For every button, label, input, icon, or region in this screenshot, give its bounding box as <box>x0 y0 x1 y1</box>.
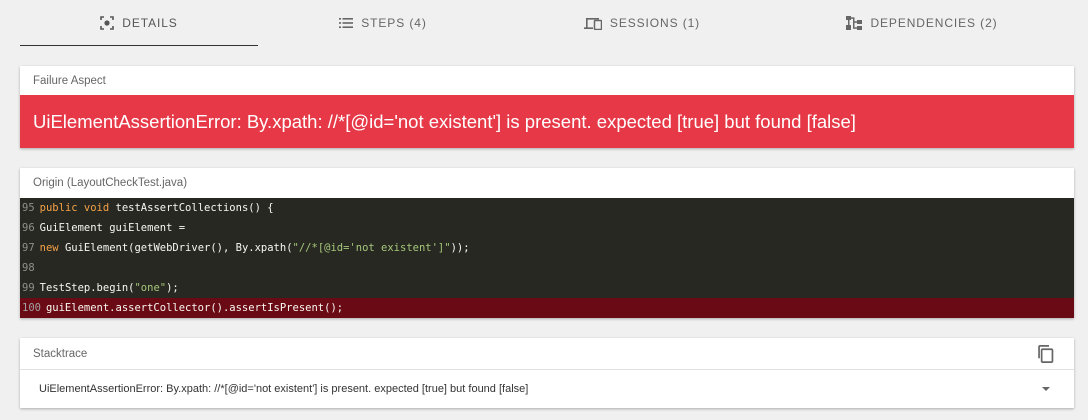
stacktrace-expand-row[interactable]: UiElementAssertionError: By.xpath: //*[@… <box>20 369 1074 408</box>
tab-dependencies[interactable]: DEPENDENCIES (2) <box>776 0 1068 46</box>
code-token: "//*[@id='not existent']" <box>292 242 451 254</box>
tab-sessions[interactable]: SESSIONS (1) <box>508 0 776 46</box>
hierarchy-icon <box>846 16 863 30</box>
line-number: 96 <box>22 222 35 234</box>
origin-card: Origin (LayoutCheckTest.java) 95 public v… <box>20 168 1074 318</box>
line-number: 95 <box>22 202 35 214</box>
code-token: "one" <box>134 282 167 294</box>
code-line: 95 public void testAssertCollections() { <box>20 198 1074 218</box>
devices-icon <box>583 17 602 30</box>
line-number: 100 <box>22 302 41 314</box>
code-line: 97 new GuiElement(getWebDriver(), By.xpat… <box>20 238 1074 258</box>
code-token: TestStep.begin( <box>39 282 135 294</box>
line-number: 99 <box>22 282 35 294</box>
tab-label: DETAILS <box>122 16 178 30</box>
code-token: public void <box>39 202 110 214</box>
code-token: new <box>39 242 59 254</box>
tab-label: SESSIONS (1) <box>609 16 701 30</box>
code-line: 99 TestStep.begin("one"); <box>20 278 1074 298</box>
details-icon <box>100 16 115 30</box>
line-number: 98 <box>22 262 35 274</box>
copy-icon[interactable] <box>1036 344 1056 364</box>
failure-aspect-card: Failure Aspect UiElementAssertionError: … <box>20 66 1074 148</box>
tab-details[interactable]: DETAILS <box>20 0 258 46</box>
line-number: 97 <box>22 242 35 254</box>
code-token: ); <box>166 282 179 294</box>
tab-bar: DETAILS STEPS (4) SESSIONS (1) DEPENDENC… <box>20 0 1068 46</box>
code-token: GuiElement guiElement = <box>39 222 186 234</box>
tab-label: DEPENDENCIES (2) <box>870 16 998 30</box>
tab-label: STEPS (4) <box>361 16 427 30</box>
origin-title: Origin (LayoutCheckTest.java) <box>33 177 188 189</box>
caret-down-icon <box>1042 387 1050 391</box>
code-line: 96 GuiElement guiElement = <box>20 218 1074 238</box>
list-icon <box>339 18 354 28</box>
stacktrace-summary: UiElementAssertionError: By.xpath: //*[@… <box>39 383 529 395</box>
code-block: 95 public void testAssertCollections() {9… <box>20 198 1074 318</box>
code-line-error: 100 guiElement.assertCollector().assertIs… <box>20 298 1074 318</box>
stacktrace-card: Stacktrace UiElementAssertionError: By.x… <box>20 338 1074 408</box>
failure-aspect-title: Failure Aspect <box>33 74 106 87</box>
failure-message: UiElementAssertionError: By.xpath: //*[@… <box>20 95 1074 148</box>
code-token: GuiElement(getWebDriver(), By.xpath( <box>58 242 293 254</box>
stacktrace-title: Stacktrace <box>33 347 88 360</box>
code-token: guiElement.assertCollector().assertIsPre… <box>45 302 344 314</box>
code-token: )); <box>450 242 470 254</box>
tab-steps[interactable]: STEPS (4) <box>258 0 508 46</box>
code-token: testAssertCollections() { <box>109 202 274 214</box>
code-line: 98 <box>20 258 1074 278</box>
stacktrace-header: Stacktrace <box>20 338 1074 369</box>
